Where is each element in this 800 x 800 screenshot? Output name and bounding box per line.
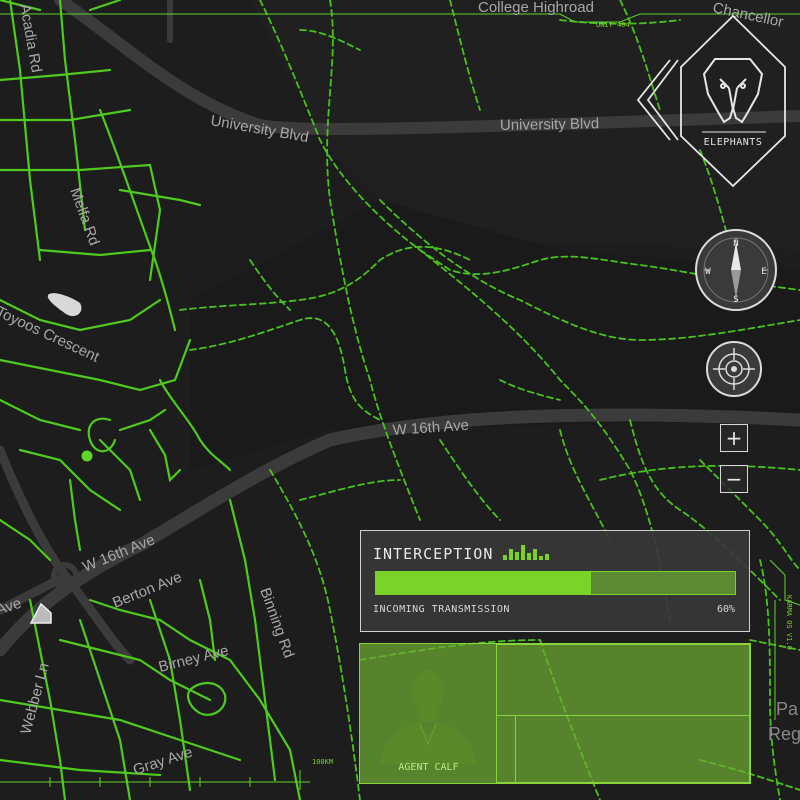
poi-dot-icon[interactable] bbox=[81, 450, 93, 462]
interception-panel: INTERCEPTION INCOMING TRANSMISSION 60% bbox=[360, 530, 750, 632]
zoom-out-button[interactable]: − bbox=[720, 465, 748, 493]
interception-subtitle: INCOMING TRANSMISSION bbox=[373, 604, 510, 615]
brand-emblem: ELEPHANTS bbox=[630, 14, 790, 189]
elephant-head-icon bbox=[702, 58, 764, 124]
side-text: KARMA OS V1.0 bbox=[785, 595, 793, 650]
interception-title: INTERCEPTION bbox=[373, 545, 494, 563]
agent-silhouette-icon bbox=[380, 670, 476, 764]
compass[interactable]: N E S W bbox=[694, 228, 778, 312]
interception-percent: 60% bbox=[716, 604, 735, 615]
scale-label: 100KM bbox=[312, 758, 333, 766]
agent-info-bottom-left bbox=[496, 715, 516, 783]
agent-panel[interactable]: AGENT CALF bbox=[359, 643, 751, 784]
label-college-highroad: College Highroad bbox=[478, 0, 594, 16]
label-reg: Reg bbox=[768, 724, 800, 744]
compass-e: E bbox=[761, 267, 766, 277]
agent-info-bottom-right bbox=[515, 715, 750, 783]
label-pa: Pa bbox=[776, 699, 799, 719]
interception-progress-bar bbox=[375, 571, 736, 595]
target-button[interactable] bbox=[705, 340, 763, 398]
crosshair-icon bbox=[706, 341, 762, 397]
signal-bars-icon bbox=[503, 545, 549, 560]
agent-photo: AGENT CALF bbox=[360, 644, 497, 783]
agent-info-top bbox=[496, 644, 750, 716]
compass-n: N bbox=[733, 239, 738, 249]
zoom-in-button[interactable]: + bbox=[720, 424, 748, 452]
agent-name: AGENT CALF bbox=[398, 762, 459, 773]
brand-name: ELEPHANTS bbox=[704, 137, 763, 148]
label-university-blvd: University Blvd bbox=[500, 115, 599, 134]
compass-s: S bbox=[733, 295, 738, 305]
unit-label: UNIT 404 bbox=[596, 21, 630, 29]
compass-w: W bbox=[705, 267, 711, 277]
interception-progress-fill bbox=[376, 572, 592, 594]
